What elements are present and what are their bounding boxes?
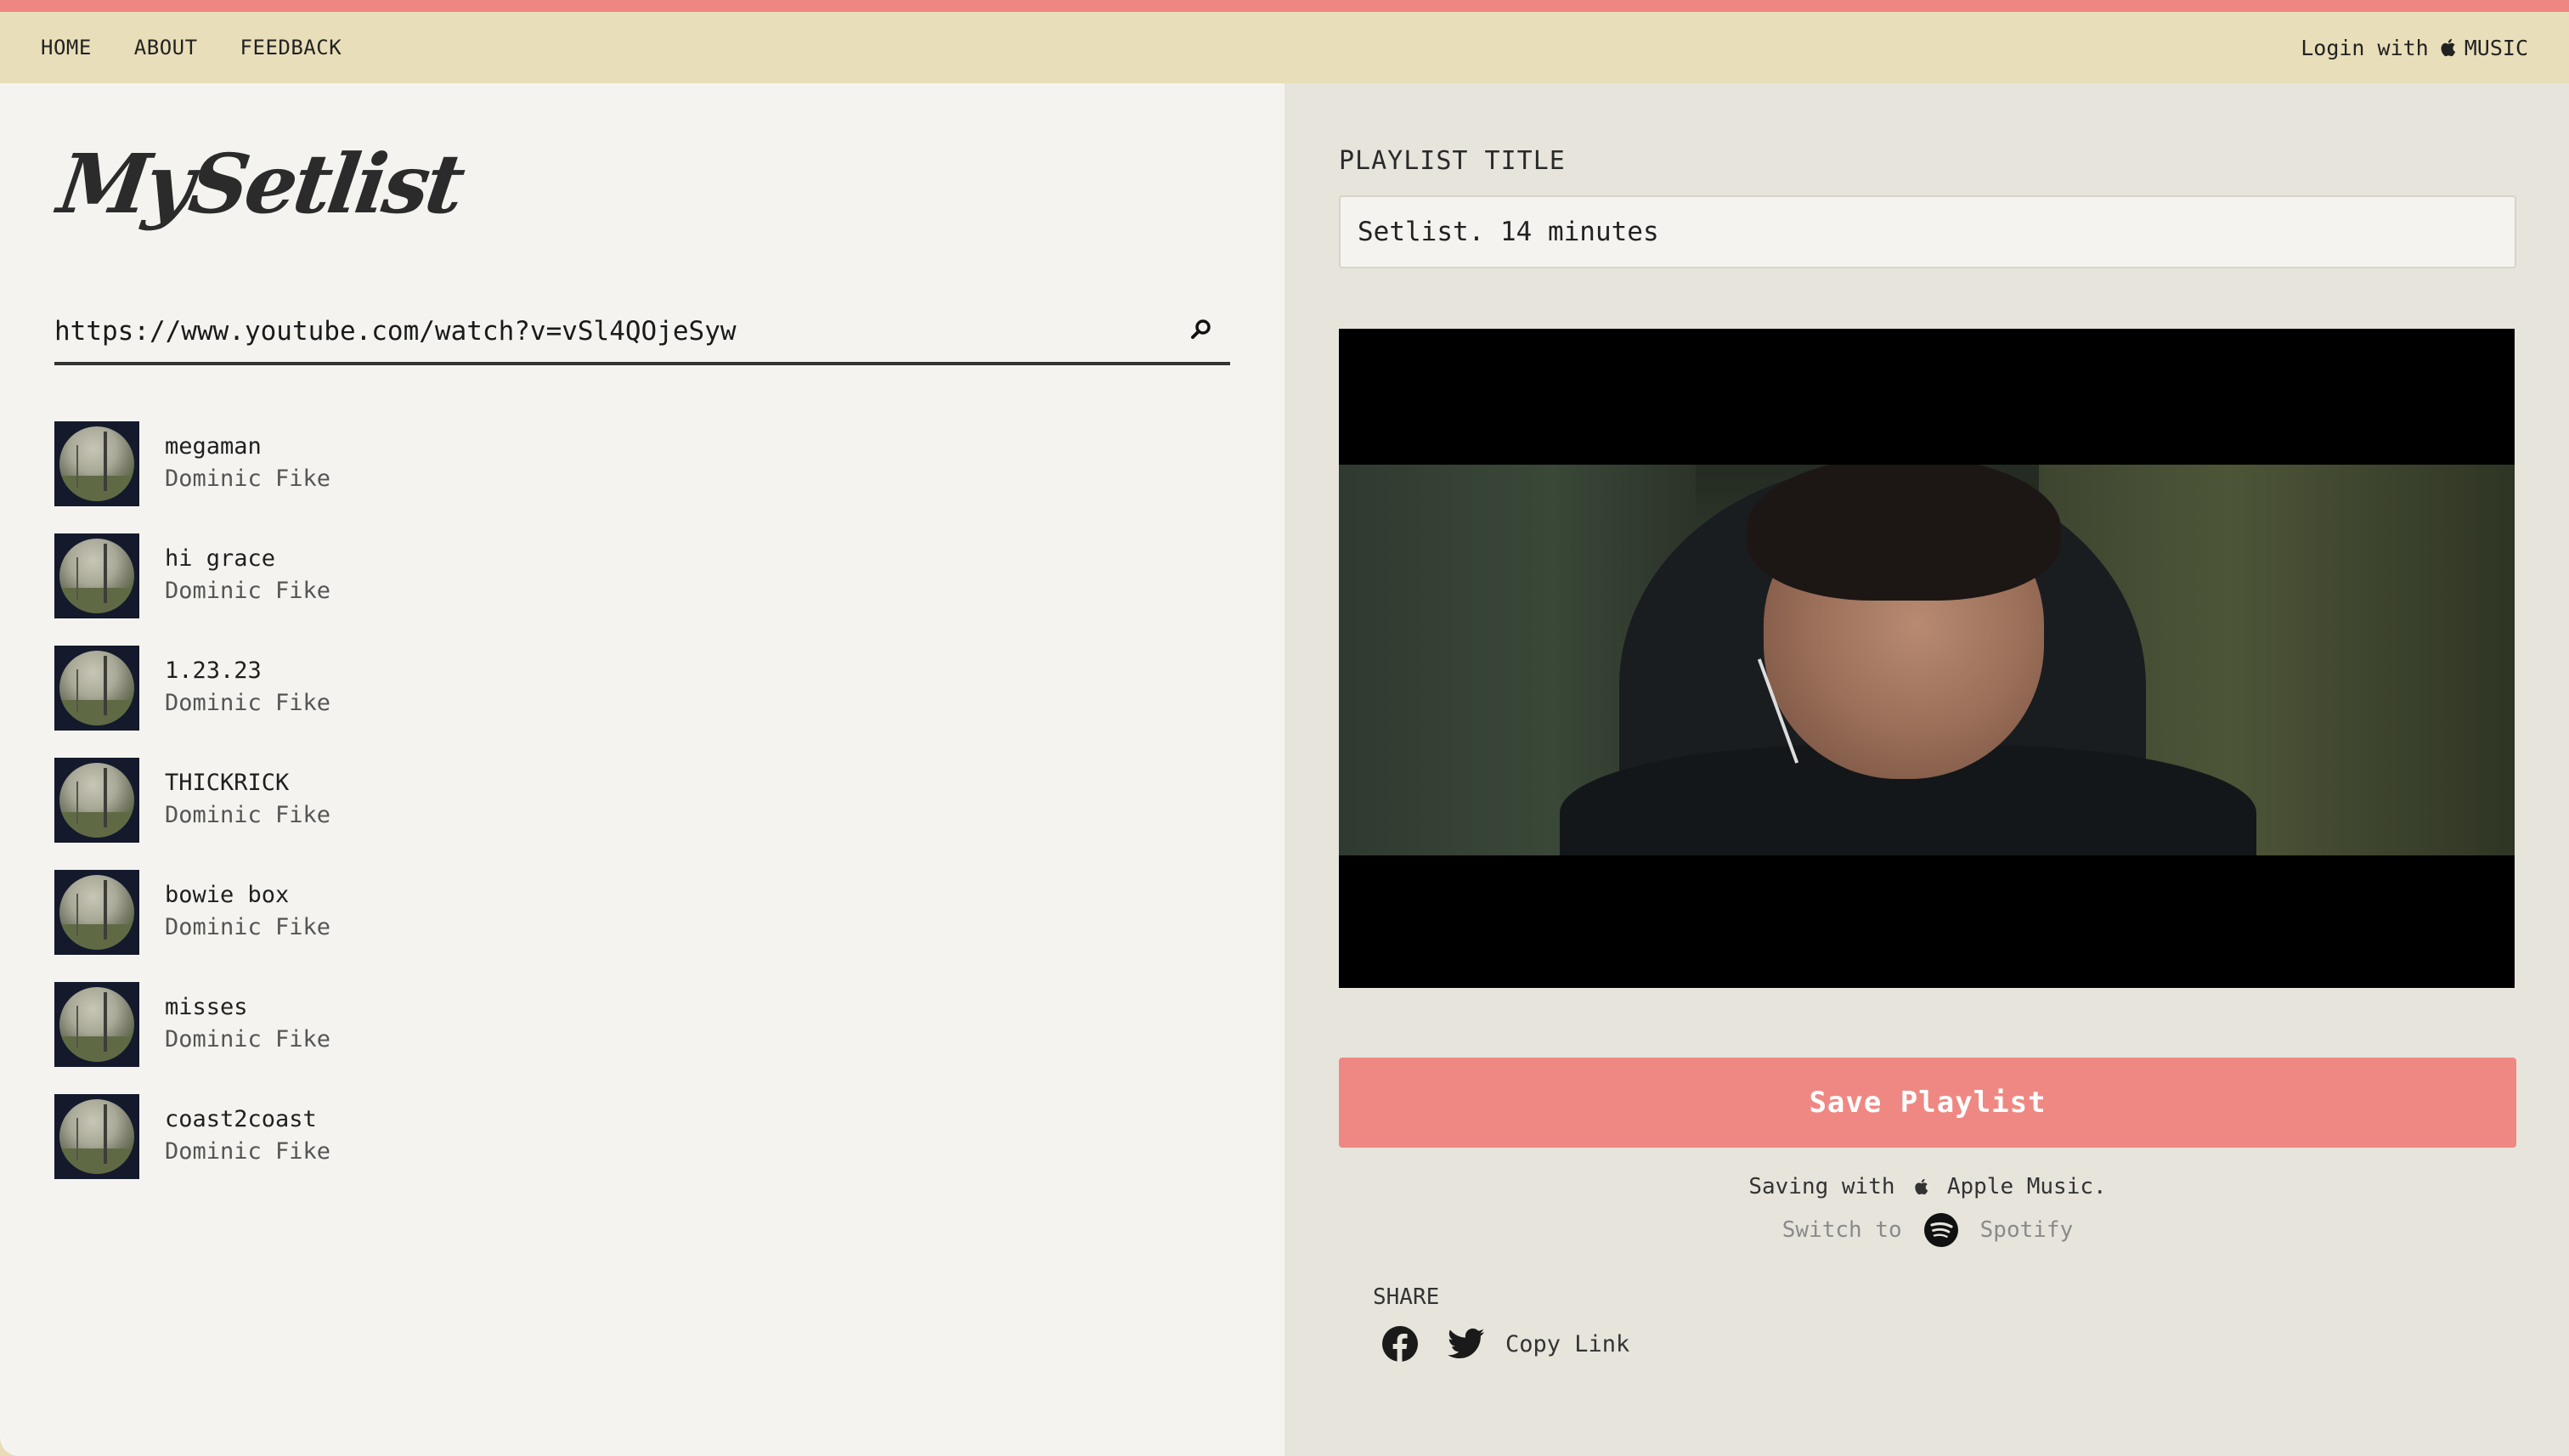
video-frame — [1339, 465, 2515, 855]
switch-prefix: Switch to — [1781, 1217, 1902, 1243]
track-title: coast2coast — [165, 1106, 317, 1132]
nav-links: HOME ABOUT FEEDBACK — [41, 36, 384, 59]
track-artist: Dominic Fike — [165, 466, 331, 492]
login-apple-music-link[interactable]: Login with MUSIC — [2301, 12, 2528, 83]
copy-link-button[interactable]: Copy Link — [1505, 1331, 1629, 1357]
track-title: 1.23.23 — [165, 657, 262, 684]
track-artist: Dominic Fike — [165, 1026, 331, 1052]
list-item[interactable]: 1.23.23 Dominic Fike — [54, 646, 734, 758]
saving-service: Apple Music. — [1946, 1174, 2107, 1199]
track-title: misses — [165, 994, 248, 1020]
logo: MySetlist — [53, 136, 468, 232]
list-item[interactable]: coast2coast Dominic Fike — [54, 1094, 734, 1206]
youtube-url-input[interactable] — [54, 306, 1159, 357]
track-list: megaman Dominic Fike hi grace Dominic Fi… — [54, 421, 734, 1206]
track-title: megaman — [165, 433, 262, 460]
spotify-icon — [1923, 1213, 1958, 1247]
apple-icon — [2441, 38, 2455, 57]
login-prefix: Login with — [2301, 35, 2429, 60]
album-art-thumbnail — [54, 758, 139, 843]
track-artist: Dominic Fike — [165, 914, 331, 940]
playlist-title-input[interactable] — [1339, 195, 2516, 268]
right-panel: PLAYLIST TITLE Save Playlist Saving with… — [1284, 83, 2569, 1456]
switch-to-spotify-link[interactable]: Switch to Spotify — [1339, 1213, 2516, 1247]
album-art-thumbnail — [54, 870, 139, 955]
list-item[interactable]: hi grace Dominic Fike — [54, 533, 734, 646]
share-label: SHARE — [1373, 1284, 1440, 1310]
track-title: bowie box — [165, 882, 290, 908]
nav-feedback-link[interactable]: FEEDBACK — [240, 36, 342, 59]
list-item[interactable]: megaman Dominic Fike — [54, 421, 734, 533]
album-art-thumbnail — [54, 646, 139, 731]
video-player[interactable] — [1339, 329, 2515, 988]
album-art-thumbnail — [54, 421, 139, 506]
track-artist: Dominic Fike — [165, 1138, 331, 1165]
top-accent-bar — [0, 0, 2569, 12]
navbar: HOME ABOUT FEEDBACK Login with MUSIC — [0, 12, 2569, 83]
search-bar — [54, 297, 1230, 365]
list-item[interactable]: misses Dominic Fike — [54, 982, 734, 1094]
save-playlist-button[interactable]: Save Playlist — [1339, 1058, 2516, 1148]
list-item[interactable]: bowie box Dominic Fike — [54, 870, 734, 982]
playlist-title-label: PLAYLIST TITLE — [1339, 146, 1566, 176]
left-panel: MySetlist megaman Dominic Fike hi grace … — [0, 83, 1284, 1456]
share-row: Copy Link — [1381, 1325, 1629, 1363]
search-icon[interactable] — [1186, 314, 1217, 345]
album-art-thumbnail — [54, 533, 139, 618]
album-art-thumbnail — [54, 982, 139, 1067]
nav-about-link[interactable]: ABOUT — [134, 36, 198, 59]
track-artist: Dominic Fike — [165, 802, 331, 828]
track-title: THICKRICK — [165, 770, 290, 796]
track-artist: Dominic Fike — [165, 578, 331, 604]
login-service: MUSIC — [2464, 35, 2528, 60]
apple-icon — [1915, 1178, 1928, 1195]
saving-prefix: Saving with — [1748, 1174, 1895, 1199]
facebook-icon[interactable] — [1381, 1325, 1419, 1363]
twitter-icon[interactable] — [1448, 1328, 1485, 1360]
saving-with-text: Saving with Apple Music. — [1339, 1174, 2516, 1199]
track-title: hi grace — [165, 545, 276, 572]
switch-service: Spotify — [1979, 1217, 2074, 1243]
list-item[interactable]: THICKRICK Dominic Fike — [54, 758, 734, 870]
nav-home-link[interactable]: HOME — [41, 36, 92, 59]
track-artist: Dominic Fike — [165, 690, 331, 716]
album-art-thumbnail — [54, 1094, 139, 1179]
